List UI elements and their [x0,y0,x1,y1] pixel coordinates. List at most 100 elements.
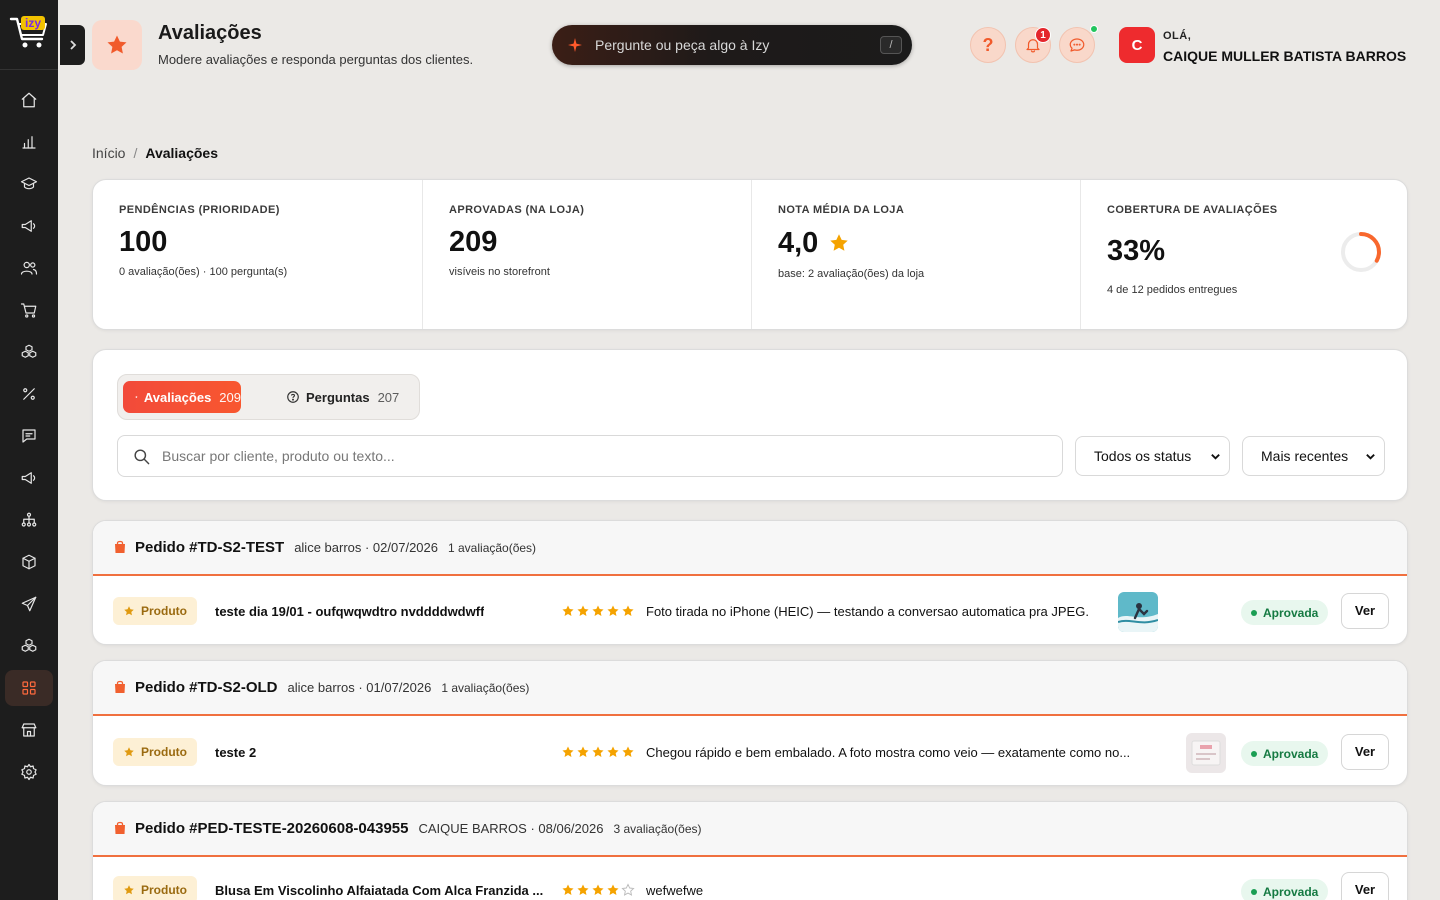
sidebar-item-inventory[interactable] [5,544,53,580]
chat-bubble-icon [1069,38,1085,52]
stat-value: 209 [449,226,498,258]
shopping-bag-icon [115,540,125,553]
notification-badge: 1 [1035,27,1051,43]
sidebar-item-reports[interactable] [5,124,53,160]
tab-questions[interactable]: Perguntas 207 [278,381,399,413]
view-review-button[interactable]: Ver [1341,734,1389,770]
sidebar-item-home[interactable] [5,82,53,118]
shopping-cart-icon [20,303,37,318]
star-icon [124,606,134,616]
home-icon [21,92,37,108]
product-badge: Produto [113,876,197,900]
status-label: Aprovada [1263,884,1319,899]
tab-switcher: Avaliações 209 Perguntas 207 [117,374,420,420]
chat-button[interactable] [1059,27,1095,63]
chevron-right-icon [69,40,76,50]
status-dot [1251,609,1257,616]
order-title: Pedido #PED-TESTE-20260608-043955 CAIQUE … [135,820,702,837]
tab-reviews[interactable]: Avaliações 209 [123,381,241,413]
sidebar-item-products[interactable] [5,334,53,370]
sidebar-toggle-button[interactable] [60,25,85,65]
izy-logo[interactable]: izy [8,12,50,52]
megaphone-icon [21,472,36,484]
star-filled-icon [562,746,574,757]
view-review-button[interactable]: Ver [1341,593,1389,629]
order-review-count: 1 avaliação(ões) [441,681,530,695]
user-name[interactable]: CAIQUE MULLER BATISTA BARROS [1163,48,1406,64]
star-rating [561,604,636,618]
search-placeholder: Buscar por cliente, produto ou texto... [162,448,395,464]
star-filled-icon [577,746,589,757]
stat-note: base: 2 avaliação(ões) da loja [778,268,925,280]
gear-icon [21,763,37,781]
online-status-dot [1090,25,1098,33]
tab-label: Avaliações [143,389,212,405]
sidebar-item-settings[interactable] [5,754,53,790]
search-input[interactable]: Buscar por cliente, produto ou texto... [117,435,1063,477]
sidebar-item-orders[interactable] [5,292,53,328]
status-select[interactable]: Todos os status [1075,436,1230,476]
star-filled-icon [592,884,604,895]
breadcrumb-current: Avaliações [145,145,218,161]
sidebar-item-customers[interactable] [5,250,53,286]
view-review-button[interactable]: Ver [1341,872,1389,900]
star-icon [124,747,134,757]
order-number[interactable]: Pedido #TD-S2-OLD [135,679,278,696]
order-header: Pedido #TD-S2-TEST alice barros · 02/07/2… [93,521,1407,576]
message-square-icon [22,429,36,443]
order-card: Pedido #TD-S2-OLD alice barros · 01/07/20… [92,660,1408,786]
bar-chart-icon [22,136,36,149]
star-filled-icon [577,605,589,616]
stat-average-rating: NOTA MÉDIA DA LOJA 4,0 base: 2 avaliação… [751,180,1080,329]
order-number[interactable]: Pedido #TD-S2-TEST [135,539,284,556]
sidebar-item-catalog[interactable] [5,628,53,664]
star-icon [107,35,127,54]
order-meta: alice barros · 02/07/2026 [294,540,438,555]
star-filled-icon [562,605,574,616]
product-name: teste dia 19/01 - oufqwqwdtro nvddddwdwf… [215,604,485,619]
review-text: wefwefwe [646,883,704,898]
question-circle-icon [287,391,299,403]
order-title: Pedido #TD-S2-TEST alice barros · 02/07/2… [135,539,536,556]
stat-note: 0 avaliação(ões) · 100 pergunta(s) [119,266,288,278]
breadcrumb-home-link[interactable]: Início [92,145,125,161]
stat-note: visíveis no storefront [449,266,550,278]
order-header: Pedido #PED-TESTE-20260608-043955 CAIQUE … [93,802,1407,857]
page-icon [92,20,142,70]
ask-izy-input[interactable]: Pergunte ou peça algo à Izy / [552,25,912,65]
shopping-bag-icon [115,680,125,693]
star-filled-icon [622,605,634,616]
status-badge: Aprovada [1241,741,1329,766]
order-header: Pedido #TD-S2-OLD alice barros · 01/07/20… [93,661,1407,716]
sidebar-item-apps[interactable] [5,670,53,706]
sparkle-icon [568,38,582,52]
order-title: Pedido #TD-S2-OLD alice barros · 01/07/20… [135,679,529,696]
sidebar-item-campaigns[interactable] [5,460,53,496]
sidebar-item-messages[interactable] [5,418,53,454]
sidebar-item-shipping[interactable] [5,586,53,622]
sidebar-item-affiliates[interactable] [5,502,53,538]
order-number[interactable]: Pedido #PED-TESTE-20260608-043955 [135,820,408,837]
product-badge-label: Produto [141,604,187,618]
sidebar-item-store[interactable] [5,712,53,748]
sidebar-item-academy[interactable] [5,166,53,202]
avatar[interactable]: C [1119,27,1155,63]
stat-value: 4,0 [778,227,850,260]
product-badge: Produto [113,738,197,766]
page-subtitle: Modere avaliações e responda perguntas d… [158,52,474,67]
review-photo-thumbnail[interactable] [1118,592,1158,632]
help-button[interactable]: ? [970,27,1006,63]
star-rating [561,883,636,897]
sort-select[interactable]: Mais recentes [1242,436,1385,476]
sidebar-item-marketing[interactable] [5,208,53,244]
percent-icon [23,388,35,400]
review-photo-thumbnail[interactable] [1186,733,1226,773]
stat-value: 100 [119,226,168,258]
sidebar: izy [0,0,58,900]
stat-label: PENDÊNCIAS (PRIORIDADE) [119,204,280,216]
package-icon [22,554,36,570]
sidebar-item-discounts[interactable] [5,376,53,412]
store-icon [21,723,37,737]
svg-text:izy: izy [25,16,41,30]
status-label: Aprovada [1263,605,1319,620]
